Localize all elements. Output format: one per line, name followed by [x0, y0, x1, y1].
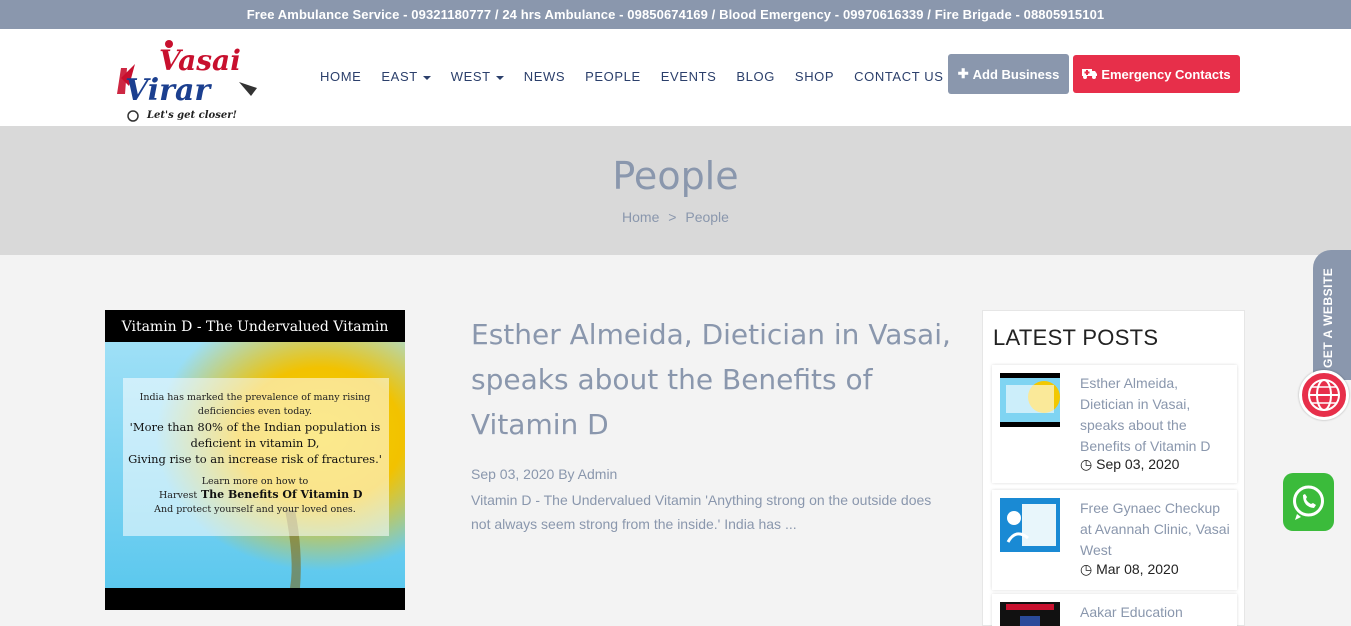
clock-icon: ◷ [1080, 456, 1093, 472]
post-meta: Sep 03, 2020 By Admin [471, 466, 617, 482]
site-logo[interactable]: Vasai Virar Let's get closer! [113, 38, 265, 126]
add-business-button[interactable]: ✚ Add Business [948, 54, 1069, 94]
post-thumbnail [1000, 602, 1060, 626]
sidebar-post[interactable]: Esther Almeida, Dietician in Vasai, spea… [992, 365, 1237, 483]
whatsapp-icon [1293, 485, 1324, 520]
nav-west[interactable]: WEST [451, 69, 504, 84]
post-author[interactable]: Admin [578, 466, 618, 482]
get-a-website-tab[interactable]: GET A WEBSITE [1313, 250, 1351, 380]
nav-people-label: PEOPLE [585, 69, 641, 84]
nav-shop-label: SHOP [794, 69, 835, 84]
widget-heading: LATEST POSTS [993, 325, 1159, 350]
emergency-contacts-button[interactable]: Emergency Contacts [1073, 55, 1240, 93]
sidebar-post-date: ◷ Sep 03, 2020 [1080, 456, 1180, 472]
nav-blog[interactable]: BLOG [736, 69, 775, 84]
svg-text:deficient in vitamin D,: deficient in vitamin D, [191, 436, 320, 450]
nav-blog-label: BLOG [736, 69, 775, 84]
vitamin-d-poster: Vitamin D - The Undervalued Vitamin Indi… [105, 310, 405, 610]
breadcrumb: Home > People [0, 209, 1351, 225]
svg-text:deficiencies even today.: deficiencies even today. [198, 406, 312, 417]
whatsapp-button[interactable] [1283, 473, 1334, 531]
top-announcement-bar: Free Ambulance Service - 09321180777 / 2… [0, 0, 1351, 29]
post-title-link[interactable]: Esther Almeida, Dietician in Vasai, spea… [471, 312, 951, 447]
sidebar-post-title[interactable]: Esther Almeida, Dietician in Vasai, spea… [1080, 373, 1230, 457]
get-a-website-label: GET A WEBSITE [1321, 267, 1335, 368]
svg-text:Learn more on how to: Learn more on how to [202, 476, 309, 487]
page-title: People [612, 154, 739, 198]
sidebar-post-title[interactable]: Free Gynaec Checkup at Avannah Clinic, V… [1080, 498, 1230, 561]
page-banner: People Home > People [0, 126, 1351, 255]
svg-text:The Benefits Of Vitamin D: The Benefits Of Vitamin D [201, 488, 363, 501]
add-business-label: Add Business [972, 66, 1060, 82]
nav-east[interactable]: EAST [381, 69, 431, 84]
nav-events[interactable]: EVENTS [661, 69, 717, 84]
post-date: Sep 03, 2020 [471, 466, 555, 482]
announcement-text: Free Ambulance Service - 09321180777 / 2… [246, 7, 1105, 22]
post-by: By [558, 466, 575, 482]
post-featured-image[interactable]: Vitamin D - The Undervalued Vitamin Indi… [105, 310, 405, 610]
svg-text:Harvest: Harvest [159, 490, 197, 501]
poster-heading: Vitamin D - The Undervalued Vitamin [121, 319, 389, 335]
sidebar-post-title[interactable]: Aakar Education [1080, 602, 1230, 623]
svg-text:India has marked the prevalenc: India has marked the prevalence of many … [140, 392, 371, 403]
nav-shop[interactable]: SHOP [795, 69, 834, 84]
sidebar-post[interactable]: Free Gynaec Checkup at Avannah Clinic, V… [992, 490, 1237, 590]
nav-east-label: EAST [381, 69, 418, 84]
post-thumbnail [1000, 373, 1060, 427]
nav-home-label: HOME [320, 69, 362, 84]
clock-icon: ◷ [1080, 561, 1093, 577]
post-excerpt: Vitamin D - The Undervalued Vitamin 'Any… [471, 492, 932, 532]
breadcrumb-current: People [685, 209, 729, 225]
svg-text:Giving rise to an increase ris: Giving rise to an increase risk of fract… [128, 452, 382, 466]
nav-contact-label: CONTACT US [854, 69, 944, 84]
site-header: Vasai Virar Let's get closer! HOME EAST … [0, 29, 1351, 126]
caret-down-icon [422, 75, 431, 80]
plus-icon: ✚ [957, 66, 969, 81]
main-nav: HOME EAST WEST NEWS PEOPLE EVENTS BLOG S… [320, 69, 963, 84]
globe-icon[interactable] [1299, 370, 1349, 420]
nav-events-label: EVENTS [660, 69, 717, 84]
sidebar-post[interactable]: Aakar Education [992, 594, 1237, 626]
nav-news[interactable]: NEWS [524, 69, 565, 84]
svg-text:And protect yourself and your: And protect yourself and your loved ones… [153, 504, 356, 515]
nav-news-label: NEWS [523, 69, 566, 84]
caret-down-icon [495, 75, 504, 80]
breadcrumb-separator: > [668, 209, 677, 225]
nav-home[interactable]: HOME [320, 69, 361, 84]
nav-west-label: WEST [450, 69, 491, 84]
nav-contact-us[interactable]: CONTACT US [854, 69, 943, 84]
logo-line2: Virar [125, 73, 212, 108]
latest-posts-widget: LATEST POSTS Esther Almeida, Dietician i… [982, 310, 1245, 626]
sidebar-post-date: ◷ Mar 08, 2020 [1080, 561, 1179, 577]
nav-people[interactable]: PEOPLE [585, 69, 641, 84]
svg-text:'More than 80% of the Indian p: 'More than 80% of the Indian population … [130, 420, 381, 434]
logo-tagline: Let's get closer! [146, 110, 237, 121]
post-thumbnail [1000, 498, 1060, 552]
emergency-contacts-label: Emergency Contacts [1101, 66, 1231, 82]
logo-graphic: Vasai Virar Let's get closer! [117, 40, 257, 122]
ambulance-icon [1082, 67, 1098, 82]
breadcrumb-home[interactable]: Home [622, 209, 659, 225]
